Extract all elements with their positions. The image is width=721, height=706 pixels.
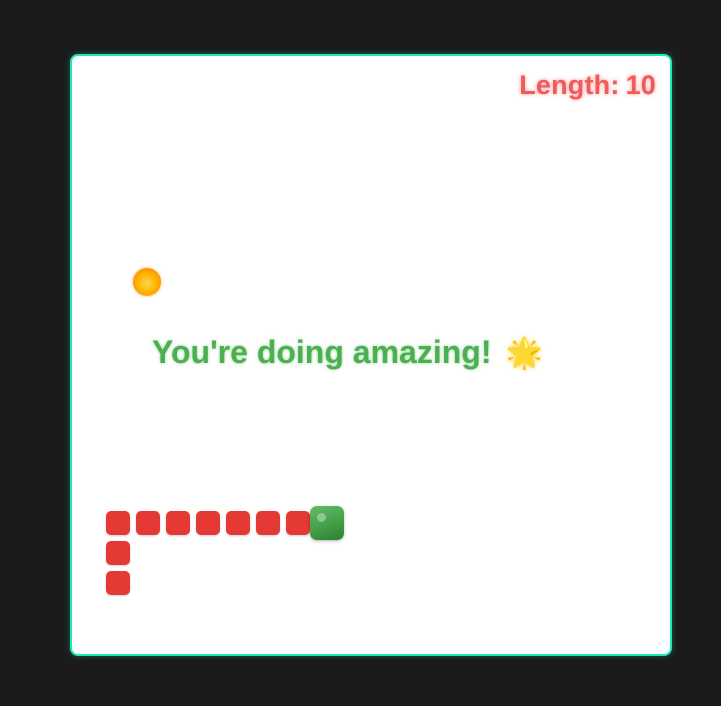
snake-segment	[166, 511, 190, 535]
snake-eye-icon	[317, 513, 326, 522]
food-orb	[133, 268, 161, 296]
game-board[interactable]: Length: 10 You're doing amazing! 🌟	[70, 54, 672, 656]
snake-segment	[106, 541, 130, 565]
encouragement-message: You're doing amazing! 🌟	[152, 334, 543, 371]
star-icon: 🌟	[505, 337, 543, 370]
snake-segment	[226, 511, 250, 535]
length-value: 10	[625, 70, 656, 100]
snake-segment	[106, 571, 130, 595]
snake-segment	[136, 511, 160, 535]
snake-segment	[106, 511, 130, 535]
snake-segment	[256, 511, 280, 535]
length-counter: Length: 10	[519, 70, 656, 101]
length-label: Length:	[519, 70, 620, 100]
snake-head	[310, 506, 344, 540]
snake-segment	[286, 511, 310, 535]
encouragement-text: You're doing amazing!	[152, 334, 492, 370]
snake-segment	[196, 511, 220, 535]
